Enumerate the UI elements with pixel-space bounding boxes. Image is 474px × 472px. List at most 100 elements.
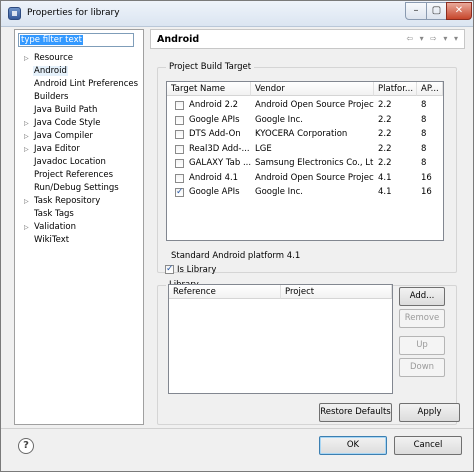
cancel-button[interactable]: Cancel xyxy=(394,436,462,455)
tree-item[interactable]: ▷ Java Code Style xyxy=(24,117,101,129)
cell-vendor: Samsung Electronics Co., Lt... xyxy=(255,158,374,168)
tree-item[interactable]: ▷ Validation xyxy=(24,221,77,233)
help-icon[interactable]: ? xyxy=(18,438,34,454)
cell-platform: 4.1 xyxy=(378,172,392,183)
tree-item[interactable]: Builders xyxy=(24,91,70,103)
cell-name: Google APIs xyxy=(189,187,240,197)
remove-button[interactable]: Remove xyxy=(399,309,445,328)
target-checkbox[interactable] xyxy=(175,159,184,168)
cell-vendor: Google Inc. xyxy=(255,114,303,125)
table-row[interactable]: Android 4.1 Android Open Source Project 4.… xyxy=(167,172,443,185)
tree-item-label: Builders xyxy=(34,92,69,102)
tree-item-label: Task Repository xyxy=(34,196,101,206)
cell-name: Real3D Add-... xyxy=(189,143,250,154)
tree-item-label: Android xyxy=(33,66,68,76)
target-checkbox[interactable] xyxy=(175,101,184,110)
preference-tree-panel: type filter text ▷ Resource Android Android… xyxy=(14,29,144,425)
target-checkbox[interactable] xyxy=(175,130,184,139)
cell-api: 8 xyxy=(421,114,427,125)
tree-item[interactable]: ▷ Task Repository xyxy=(24,195,101,207)
table-row[interactable]: GALAXY Tab ... Samsung Electronics Co., L… xyxy=(167,157,443,170)
column-header-platform[interactable]: Platfor... xyxy=(374,82,417,96)
table-row[interactable]: Android 2.2 Android Open Source Project 2.… xyxy=(167,99,443,112)
cell-name: Android 2.2 xyxy=(189,100,239,110)
cell-vendor: KYOCERA Corporation xyxy=(255,129,348,139)
build-target-label: Project Build Target xyxy=(166,62,255,72)
navigation-arrows-icon[interactable]: ⇦ ▾ ⇨ ▾ ▾ xyxy=(406,34,460,43)
tree-item-label: Validation xyxy=(34,222,76,232)
tree-item[interactable]: Run/Debug Settings xyxy=(24,182,120,194)
cell-platform: 4.1 xyxy=(378,187,392,197)
is-library-check-icon[interactable] xyxy=(165,263,174,275)
column-header-target-name[interactable]: Target Name xyxy=(167,82,251,96)
tree-item[interactable]: Android Lint Preferences xyxy=(24,78,139,90)
tree-item[interactable]: WikiText xyxy=(24,234,70,246)
tree-item[interactable]: Android xyxy=(24,65,68,77)
is-library-label: Is Library xyxy=(177,265,217,275)
cell-name: Android 4.1 xyxy=(189,172,239,183)
column-header-vendor[interactable]: Vendor xyxy=(251,82,374,96)
properties-dialog: Properties for library – ▢ ✕ type filter… xyxy=(0,0,474,472)
target-checkbox[interactable] xyxy=(175,173,184,183)
table-row[interactable]: Real3D Add-... LGE 2.2 8 xyxy=(167,143,443,156)
filter-text: type filter text xyxy=(20,35,83,45)
up-button[interactable]: Up xyxy=(399,336,445,355)
cell-platform: 2.2 xyxy=(378,143,392,154)
tree-item-label: Java Editor xyxy=(34,144,80,154)
page-header: Android ⇦ ▾ ⇨ ▾ ▾ xyxy=(150,29,465,49)
tree-item[interactable]: Java Build Path xyxy=(24,104,98,116)
expand-arrow-icon[interactable]: ▷ xyxy=(24,53,33,65)
tree-item[interactable]: ▷ Java Compiler xyxy=(24,130,94,142)
cell-platform: 2.2 xyxy=(378,158,392,168)
cell-api: 8 xyxy=(421,100,427,110)
cell-api: 16 xyxy=(421,187,432,197)
cell-api: 8 xyxy=(421,143,427,154)
tree-item-label: Task Tags xyxy=(34,209,74,219)
table-row[interactable]: Google APIs Google Inc. 4.1 16 xyxy=(167,186,443,199)
target-checkbox[interactable] xyxy=(175,186,184,199)
tree-item[interactable]: Project References xyxy=(24,169,114,181)
tree-item[interactable]: ▷ Java Editor xyxy=(24,143,81,155)
tree-item[interactable]: ▷ Resource xyxy=(24,52,74,64)
close-button[interactable]: ✕ xyxy=(446,2,472,20)
column-header-reference[interactable]: Reference xyxy=(169,285,281,299)
expand-arrow-icon[interactable]: ▷ xyxy=(24,144,33,156)
tree-item-label: Java Compiler xyxy=(34,131,93,141)
eclipse-app-icon xyxy=(8,7,21,20)
expand-arrow-icon[interactable]: ▷ xyxy=(24,222,33,234)
tree-item-label: Android Lint Preferences xyxy=(34,79,139,89)
tree-item-label: Run/Debug Settings xyxy=(34,183,119,193)
expand-arrow-icon[interactable]: ▷ xyxy=(24,196,33,208)
platform-description: Standard Android platform 4.1 xyxy=(171,251,301,261)
target-checkbox[interactable] xyxy=(175,115,184,125)
maximize-button[interactable]: ▢ xyxy=(426,2,447,20)
column-header-api[interactable]: AP... xyxy=(417,82,443,96)
table-row[interactable]: DTS Add-On KYOCERA Corporation 2.2 8 xyxy=(167,128,443,141)
tree-item-label: Java Code Style xyxy=(34,118,101,128)
table-row[interactable]: Google APIs Google Inc. 2.2 8 xyxy=(167,114,443,127)
ok-button[interactable]: OK xyxy=(319,436,387,455)
build-target-table: Target Name Vendor Platfor... AP... Andr… xyxy=(166,81,444,241)
cell-platform: 2.2 xyxy=(378,100,392,110)
down-button[interactable]: Down xyxy=(399,358,445,377)
cell-vendor: Android Open Source Project xyxy=(255,100,374,110)
tree-item-label: Resource xyxy=(34,53,73,63)
tree-item[interactable]: Javadoc Location xyxy=(24,156,107,168)
target-checkbox[interactable] xyxy=(175,144,184,154)
expand-arrow-icon[interactable]: ▷ xyxy=(24,131,33,143)
tree-item-label: Java Build Path xyxy=(34,105,98,115)
expand-arrow-icon[interactable]: ▷ xyxy=(24,118,33,130)
cell-vendor: LGE xyxy=(255,143,272,154)
tree-item[interactable]: Task Tags xyxy=(24,208,75,220)
library-reference-table: Reference Project xyxy=(168,284,393,394)
apply-button[interactable]: Apply xyxy=(399,403,460,422)
restore-defaults-button[interactable]: Restore Defaults xyxy=(319,403,392,422)
cell-api: 8 xyxy=(421,158,427,168)
cell-api: 8 xyxy=(421,129,427,139)
minimize-button[interactable]: – xyxy=(405,2,427,20)
filter-input[interactable]: type filter text xyxy=(18,33,134,47)
tree-item-label: WikiText xyxy=(34,235,70,245)
cell-name: GALAXY Tab ... xyxy=(189,158,251,168)
column-header-project[interactable]: Project xyxy=(281,285,392,299)
add-button[interactable]: Add... xyxy=(399,287,445,306)
